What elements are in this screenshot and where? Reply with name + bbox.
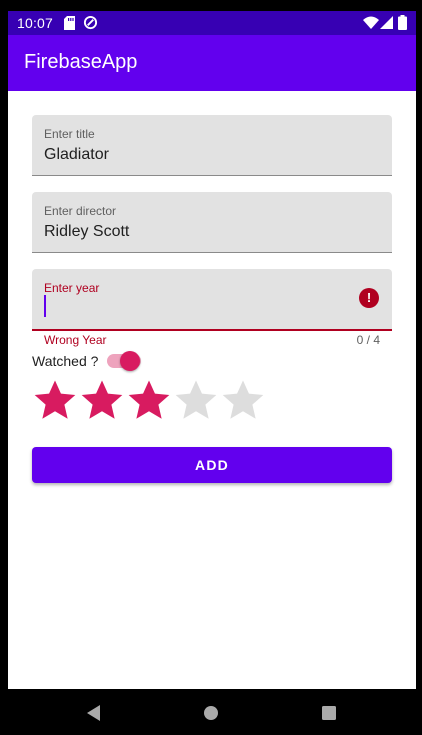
year-char-counter: 0 / 4 [356, 333, 380, 347]
director-field[interactable]: Enter director Ridley Scott [32, 192, 392, 253]
home-icon[interactable] [195, 689, 227, 735]
director-input[interactable]: Ridley Scott [44, 223, 129, 241]
rating-bar[interactable] [32, 377, 272, 425]
year-field[interactable]: Enter year ! [32, 269, 392, 331]
system-nav-bar [0, 689, 422, 735]
title-input[interactable]: Gladiator [44, 146, 109, 164]
title-field-label: Enter title [44, 127, 95, 141]
sync-icon [83, 15, 98, 30]
year-field-label: Enter year [44, 281, 100, 295]
status-bar: 10:07 [8, 11, 416, 35]
year-error-text: Wrong Year [44, 333, 107, 347]
star-icon[interactable] [79, 377, 125, 423]
watched-label: Watched ? [32, 353, 99, 369]
signal-icon [380, 16, 393, 29]
switch-thumb [120, 351, 140, 371]
star-icon[interactable] [173, 377, 219, 423]
star-icon[interactable] [126, 377, 172, 423]
movie-form: Enter title Gladiator Enter director Rid… [8, 91, 416, 689]
sd-card-icon [64, 16, 75, 30]
director-field-label: Enter director [44, 204, 117, 218]
wifi-icon [363, 16, 379, 29]
app-title: FirebaseApp [24, 51, 138, 73]
recents-icon[interactable] [313, 689, 345, 735]
title-field[interactable]: Enter title Gladiator [32, 115, 392, 176]
back-icon[interactable] [78, 689, 110, 735]
app-bar: FirebaseApp [8, 35, 416, 91]
app-screen: 10:07 FirebaseApp Enter title Gladiator [8, 11, 416, 689]
status-time: 10:07 [17, 15, 54, 31]
text-cursor [44, 295, 46, 317]
watched-switch[interactable] [107, 350, 141, 372]
battery-icon [398, 15, 407, 30]
star-icon[interactable] [32, 377, 78, 423]
add-button[interactable]: ADD [32, 447, 392, 483]
star-icon[interactable] [220, 377, 266, 423]
error-icon: ! [359, 288, 379, 308]
